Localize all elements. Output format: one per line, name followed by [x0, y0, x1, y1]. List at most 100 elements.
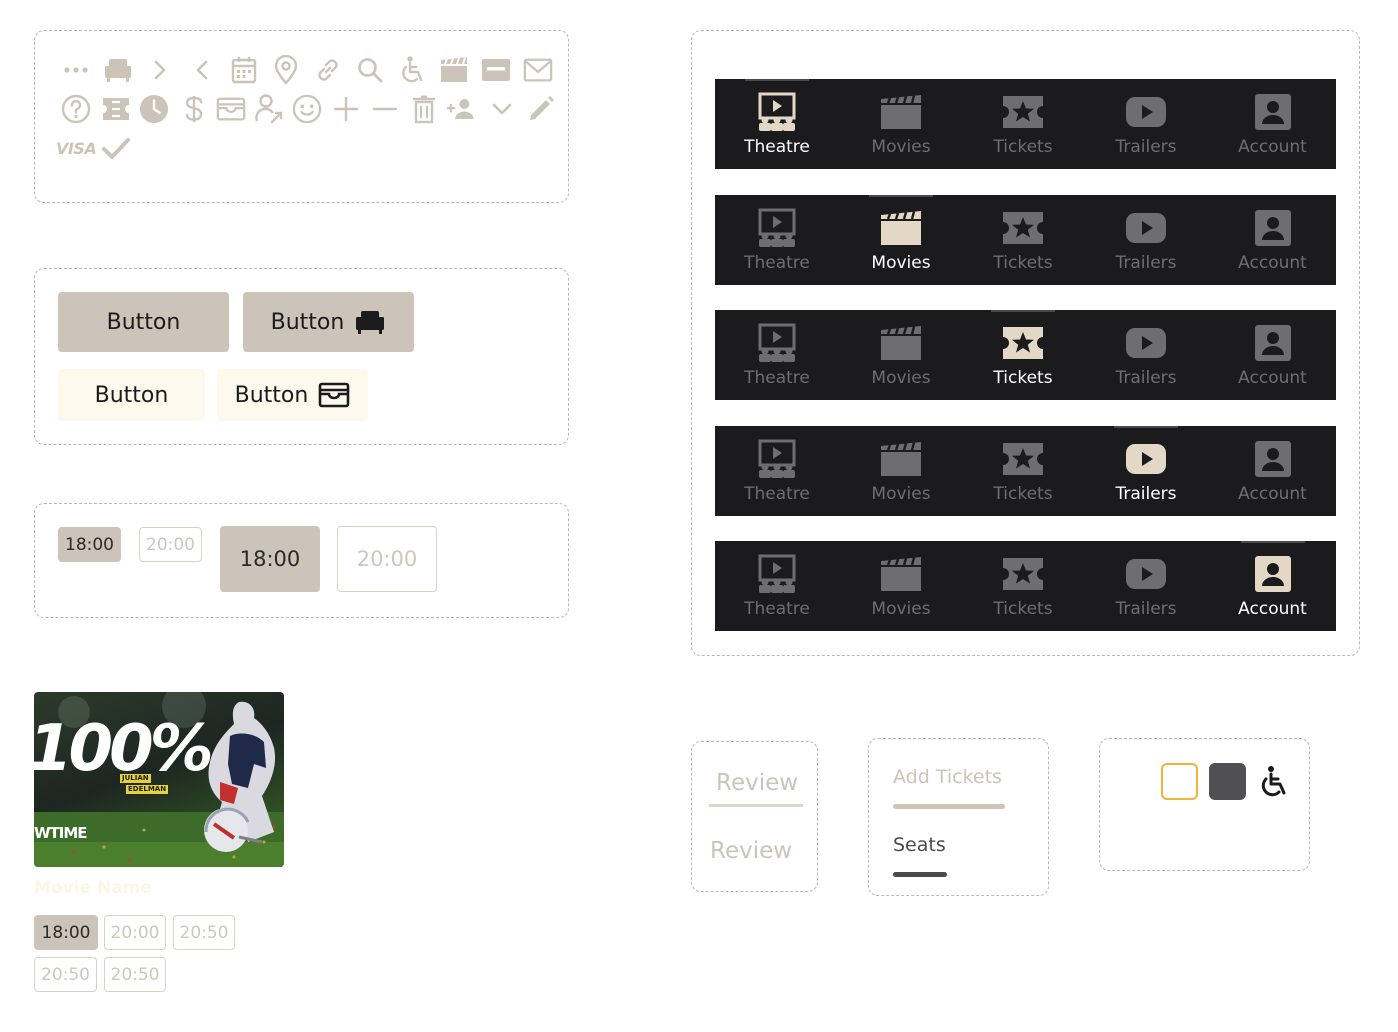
play-icon — [1124, 93, 1168, 131]
secondary-button[interactable]: Button — [58, 369, 205, 421]
nav-label: Movies — [871, 484, 931, 504]
nav-item-tickets[interactable]: Tickets — [963, 310, 1083, 400]
showtime-chip-label: 20:50 — [110, 964, 160, 985]
nav-item-trailers[interactable]: Trailers — [1083, 79, 1209, 169]
showtime-chip-label: 18:00 — [65, 534, 114, 555]
seat-states-panel — [1099, 738, 1310, 871]
nav-item-theatre[interactable]: Theatre — [715, 310, 839, 400]
showtime-chip-large[interactable]: 20:00 — [337, 526, 437, 592]
account-icon — [1254, 93, 1292, 131]
nav-label: Tickets — [993, 137, 1053, 157]
movie-showtime-chip[interactable]: 20:50 — [104, 957, 166, 992]
dollar-icon — [179, 94, 209, 124]
primary-icon-button[interactable]: Button — [243, 292, 414, 352]
ticket-icon — [101, 94, 131, 124]
nav-label: Movies — [871, 368, 931, 388]
showtime-chip-label: 18:00 — [41, 922, 91, 943]
wallet-icon — [216, 94, 246, 124]
seat-occupied[interactable] — [1209, 763, 1246, 800]
ticket-star-icon — [1001, 555, 1045, 593]
theatre-icon — [754, 554, 800, 593]
review-tab-inactive[interactable]: Review — [710, 838, 792, 864]
add-user-icon — [446, 94, 476, 124]
nav-label: Tickets — [993, 368, 1053, 388]
nav-item-movies[interactable]: Movies — [839, 195, 963, 285]
wallet-icon — [319, 382, 350, 408]
nav-item-movies[interactable]: Movies — [839, 541, 963, 631]
nav-item-trailers[interactable]: Trailers — [1083, 541, 1209, 631]
poster-brand: WTIME — [34, 824, 88, 842]
clapperboard-icon — [439, 55, 469, 85]
movie-showtime-chip[interactable]: 20:50 — [34, 957, 97, 992]
nav-item-movies[interactable]: Movies — [839, 310, 963, 400]
primary-button[interactable]: Button — [58, 292, 229, 352]
nav-label: Tickets — [993, 253, 1053, 273]
nav-label: Account — [1238, 137, 1307, 157]
clapperboard-icon — [879, 440, 923, 478]
account-icon — [1254, 555, 1292, 593]
nav-item-theatre[interactable]: Theatre — [715, 541, 839, 631]
nav-label: Movies — [871, 599, 931, 619]
nav-item-theatre[interactable]: Theatre — [715, 79, 839, 169]
secondary-icon-button-label: Button — [234, 382, 309, 408]
nav-item-account[interactable]: Account — [1209, 541, 1336, 631]
visa-icon: VISA — [56, 139, 97, 158]
showtime-chip-small[interactable]: 20:00 — [139, 527, 202, 562]
nav-item-trailers[interactable]: Trailers — [1083, 426, 1209, 516]
nav-item-tickets[interactable]: Tickets — [963, 195, 1083, 285]
showtime-chip-label: 20:00 — [356, 547, 418, 571]
account-icon — [1254, 324, 1292, 362]
showtime-chip-label: 18:00 — [239, 547, 301, 571]
nav-label: Trailers — [1115, 368, 1177, 388]
wheelchair-icon[interactable] — [1256, 765, 1290, 799]
showtime-chip-label: 20:50 — [179, 922, 229, 943]
movie-showtime-chip[interactable]: 20:00 — [104, 915, 166, 950]
nav-item-movies[interactable]: Movies — [839, 79, 963, 169]
secondary-button-label: Button — [94, 382, 169, 408]
nav-item-tickets[interactable]: Tickets — [963, 541, 1083, 631]
seats-tab[interactable]: Seats — [893, 834, 946, 856]
nav-item-account[interactable]: Account — [1209, 79, 1336, 169]
showtime-chip-small-selected[interactable]: 18:00 — [58, 527, 121, 562]
movie-showtime-chip[interactable]: 20:50 — [173, 915, 235, 950]
nav-item-trailers[interactable]: Trailers — [1083, 195, 1209, 285]
nav-item-account[interactable]: Account — [1209, 195, 1336, 285]
plus-icon — [331, 94, 361, 124]
nav-item-account[interactable]: Account — [1209, 310, 1336, 400]
account-icon — [1254, 209, 1292, 247]
account-icon — [1254, 440, 1292, 478]
nav-label: Account — [1238, 368, 1307, 388]
nav-label: Tickets — [993, 599, 1053, 619]
seat-selected[interactable] — [1161, 763, 1198, 800]
minus-icon — [370, 94, 400, 124]
secondary-icon-button[interactable]: Button — [217, 369, 368, 421]
nav-label: Trailers — [1115, 484, 1177, 504]
movie-showtime-chip-selected[interactable]: 18:00 — [34, 915, 98, 950]
poster-small-text-line-1: JULIAN — [122, 774, 149, 782]
add-tickets-tab[interactable]: Add Tickets — [893, 766, 1002, 788]
nav-item-tickets[interactable]: Tickets — [963, 79, 1083, 169]
nav-item-theatre[interactable]: Theatre — [715, 426, 839, 516]
nav-label: Tickets — [993, 484, 1053, 504]
nav-item-theatre[interactable]: Theatre — [715, 195, 839, 285]
nav-label: Account — [1238, 253, 1307, 273]
ticket-star-icon — [1001, 93, 1045, 131]
movie-poster[interactable]: 100% JULIAN EDELMAN WTIME — [34, 692, 284, 867]
credit-card-icon — [481, 55, 511, 85]
showtime-chip-large-selected[interactable]: 18:00 — [220, 526, 320, 592]
trash-icon — [409, 94, 439, 124]
theatre-icon — [754, 92, 800, 131]
movie-title[interactable]: Movie Name — [34, 878, 152, 898]
bottom-nav-bar: Theatre Movies Tickets Trailers Account — [715, 195, 1336, 285]
nav-label: Theatre — [744, 253, 810, 273]
add-tickets-tab-underline — [893, 804, 1005, 809]
nav-item-trailers[interactable]: Trailers — [1083, 310, 1209, 400]
play-icon — [1124, 324, 1168, 362]
nav-label: Theatre — [744, 484, 810, 504]
nav-item-movies[interactable]: Movies — [839, 426, 963, 516]
nav-item-tickets[interactable]: Tickets — [963, 426, 1083, 516]
review-tabs-panel — [691, 741, 818, 892]
nav-item-account[interactable]: Account — [1209, 426, 1336, 516]
review-tab-active[interactable]: Review — [716, 770, 798, 796]
chevron-down-icon — [487, 94, 517, 124]
